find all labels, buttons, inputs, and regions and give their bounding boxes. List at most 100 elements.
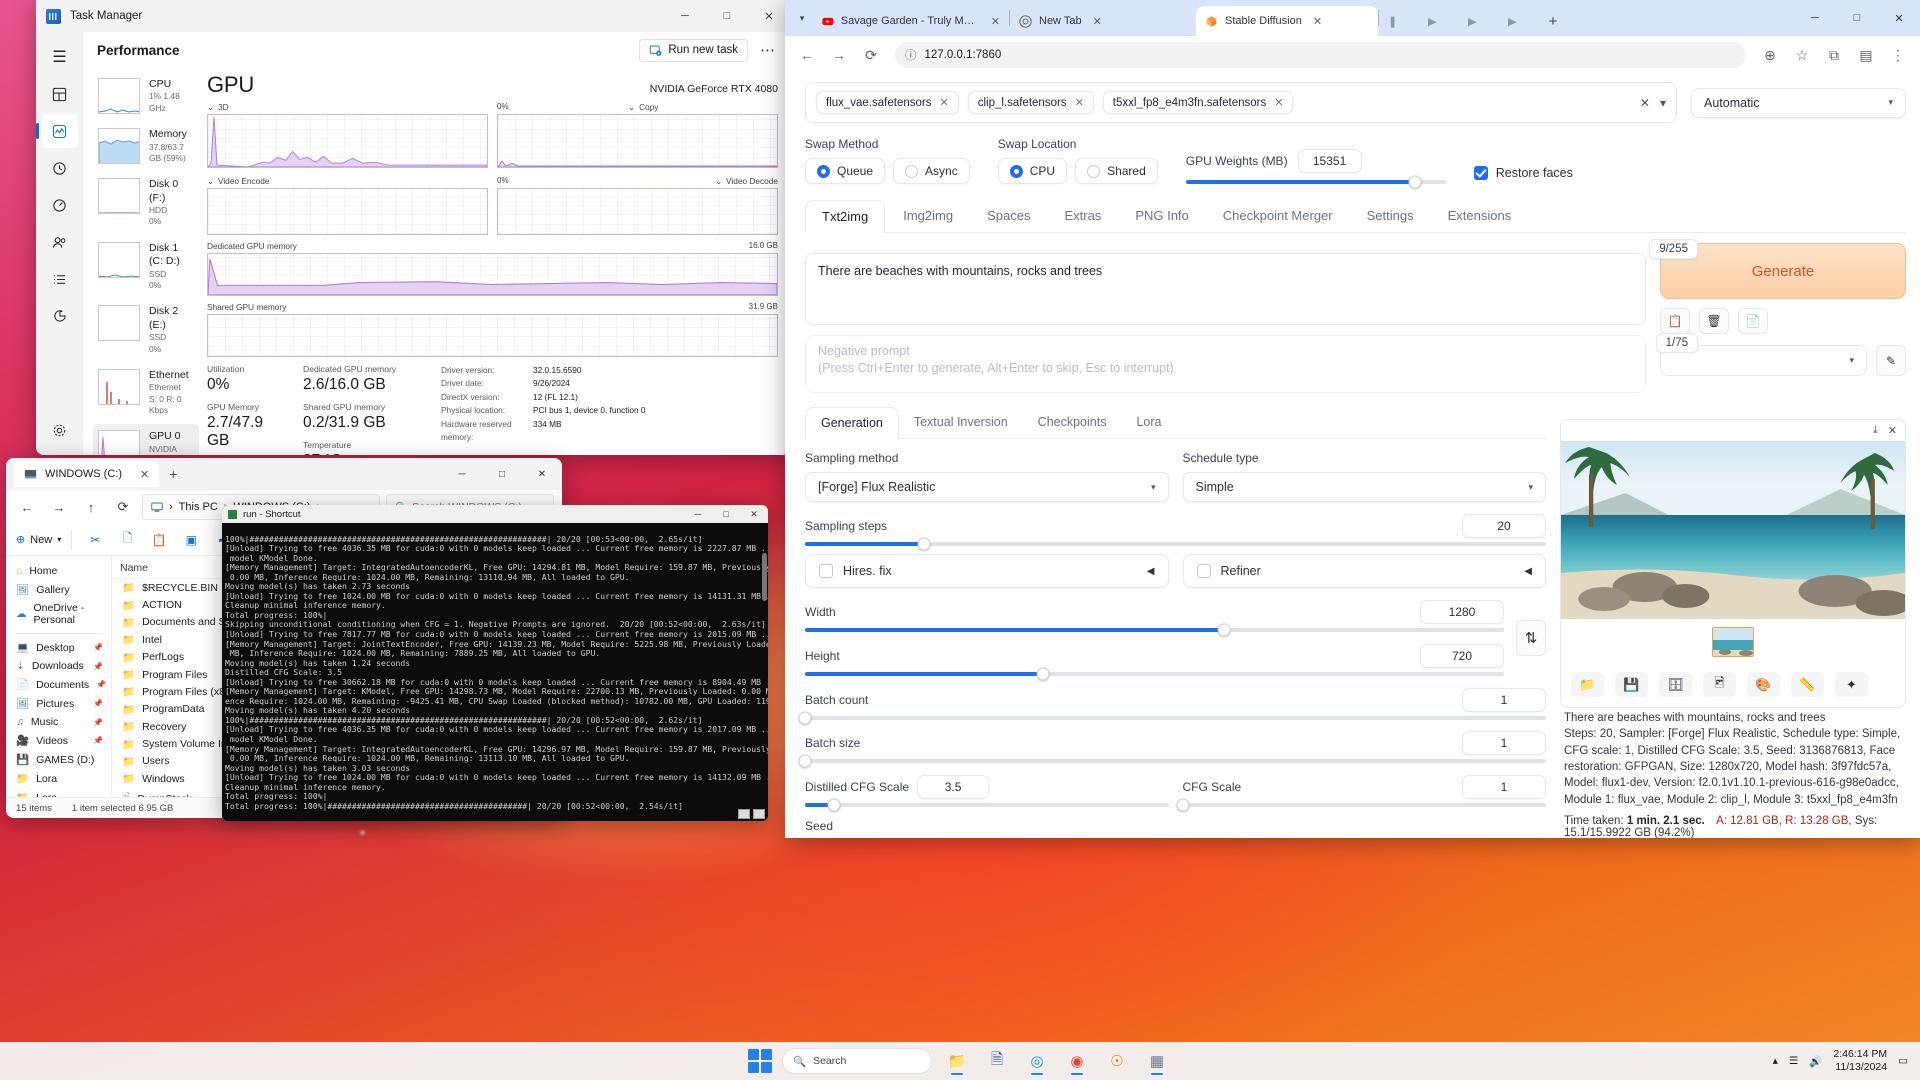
resource-card-disk2[interactable]: Disk 2 (E:) SSD 0% (93, 299, 199, 361)
console-resize-handles[interactable] (738, 809, 765, 819)
chevron-up-icon[interactable]: ▴ (1773, 1055, 1778, 1067)
sidebar-item-startup-apps[interactable] (42, 188, 78, 222)
taskbar-clock[interactable]: 2:46:14 PM 11/13/2024 (1833, 1048, 1887, 1074)
site-info-icon[interactable]: ⓘ (905, 47, 917, 63)
radio-swap-location-shared[interactable]: Shared (1075, 158, 1158, 184)
resource-card-disk1[interactable]: Disk 1 (C: D:) SSD 0% (93, 236, 199, 298)
explorer-tab-strip[interactable]: WINDOWS (C:) ✕ + ─ □ ✕ (6, 458, 562, 490)
checkbox-unchecked-icon[interactable] (1196, 564, 1211, 578)
save-icon[interactable]: 💾 (1615, 672, 1648, 697)
sidebar-item-pictures[interactable]: 🖼 Pictures 📌 (12, 694, 107, 713)
sidebar-item-desktop[interactable]: 💻 Desktop 📌 (12, 638, 107, 657)
tab-checkpoint-merger[interactable]: Checkpoint Merger (1207, 200, 1349, 232)
tab-lora[interactable]: Lora (1121, 407, 1176, 438)
send-to-inpaint-icon[interactable]: 🎨 (1747, 672, 1780, 697)
resize-handle[interactable] (738, 809, 750, 819)
extensions-icon[interactable]: ⧉ (1820, 41, 1848, 69)
radio-swap-location-cpu[interactable]: CPU (997, 158, 1068, 184)
model-chip[interactable]: flux_vae.safetensors ✕ (816, 91, 959, 114)
chevron-down-icon[interactable]: ⌄ (207, 102, 214, 112)
taskbar-app-icon[interactable]: ▦ (1142, 1046, 1172, 1076)
sampling-method-select[interactable]: [Forge] Flux Realistic ▾ (805, 472, 1169, 502)
new-tab-button[interactable]: + (169, 466, 177, 482)
sidebar-item-lora-2[interactable]: 📁Lora (12, 788, 107, 798)
distilled-cfg-slider[interactable] (805, 798, 1169, 812)
browser-tab-new-tab[interactable]: New Tab ✕ (1010, 6, 1196, 36)
resource-card-disk0[interactable]: Disk 0 (F:) HDD 0% (93, 172, 199, 234)
close-button[interactable]: ✕ (748, 0, 790, 32)
cut-icon[interactable]: ✂ (81, 527, 109, 553)
browser-toolbar[interactable]: ← → ⟳ ⓘ 127.0.0.1:7860 ⊕ ☆ ⧉ ▤ ⋮ (785, 36, 1920, 74)
maximize-button[interactable]: □ (712, 505, 740, 523)
explorer-sidebar[interactable]: ⌂ Home 🖼 Gallery ☁ OneDrive - Personal 💻 Des… (6, 556, 111, 797)
sidebar-item-users[interactable] (42, 225, 78, 259)
swap-method-group[interactable]: Swap Method Queue Async (805, 137, 970, 184)
negative-prompt-input[interactable]: Negative prompt (Press Ctrl+Enter to gen… (805, 335, 1646, 393)
batch-count-input[interactable]: 1 (1462, 688, 1546, 712)
trash-icon[interactable]: 🗑 (1699, 308, 1729, 334)
sidebar-item-services[interactable] (42, 299, 78, 333)
taskbar-search[interactable]: 🔍 Search (782, 1048, 932, 1074)
image-thumbnail[interactable] (1712, 627, 1754, 657)
system-tray[interactable]: ▴ ☰ 🔊 2:46:14 PM 11/13/2024 ▭ (1773, 1048, 1920, 1074)
explorer-window-controls[interactable]: ─ □ ✕ (442, 458, 562, 490)
cfg-scale-input[interactable]: 1 (1462, 775, 1546, 799)
back-button[interactable]: ← (14, 494, 40, 520)
reload-button[interactable]: ⟳ (857, 41, 885, 69)
prompt-input[interactable]: There are beaches with mountains, rocks … (805, 253, 1646, 325)
settings-gear-icon[interactable] (42, 413, 78, 447)
minimize-button[interactable]: ─ (1794, 0, 1836, 36)
sidebar-item-games-d[interactable]: 💾 GAMES (D:) (12, 750, 107, 769)
close-button[interactable]: ✕ (522, 458, 562, 490)
tab-search-icon[interactable]: ▾ (791, 0, 813, 36)
height-slider[interactable] (805, 667, 1504, 681)
browser-tab-strip[interactable]: ▾ Savage Garden - Truly Madly D ✕ New Ta… (785, 0, 1920, 36)
chevron-down-icon[interactable]: ⌄ (628, 102, 635, 112)
model-chips-field[interactable]: flux_vae.safetensors ✕ clip_l.safetensor… (805, 82, 1677, 123)
prompt-area[interactable]: 9/255 There are beaches with mountains, … (805, 239, 1698, 393)
taskbar-chrome-icon[interactable]: ◉ (1062, 1046, 1092, 1076)
hamburger-icon[interactable]: ☰ (42, 40, 78, 74)
new-button[interactable]: ⊕ New ▾ (16, 529, 73, 550)
tab-img2img[interactable]: Img2img (887, 200, 969, 232)
browser-window-controls[interactable]: ─ □ ✕ (1794, 0, 1920, 36)
gpu-weights-input[interactable]: 15351 (1297, 149, 1362, 173)
close-preview-icon[interactable]: ✕ (1888, 424, 1897, 437)
maximize-button[interactable]: □ (1836, 0, 1878, 36)
sidebar-item-details[interactable] (42, 262, 78, 296)
clear-models-icon[interactable]: ✕ (1640, 96, 1650, 110)
radio-swap-method-queue[interactable]: Queue (805, 158, 886, 184)
tab-close-icon[interactable]: ✕ (991, 15, 1000, 28)
sidebar-item-downloads[interactable]: ⇣ Downloads 📌 (12, 657, 107, 675)
split-view-icon[interactable]: ▤ (1852, 41, 1880, 69)
tab-spaces[interactable]: Spaces (971, 200, 1046, 232)
address-bar[interactable]: ⓘ 127.0.0.1:7860 (895, 42, 1746, 68)
distilled-cfg-input[interactable]: 3.5 (917, 775, 990, 799)
chevron-down-icon[interactable]: ⌄ (207, 176, 214, 186)
sidebar-item-performance[interactable] (36, 114, 78, 148)
sidebar-item-app-history[interactable] (42, 151, 78, 185)
tab-textual-inversion[interactable]: Textual Inversion (899, 407, 1023, 438)
breadcrumb-this-pc[interactable]: This PC (179, 501, 218, 513)
restore-faces-checkbox[interactable]: Restore faces (1473, 166, 1573, 184)
forward-button[interactable]: → (46, 494, 72, 520)
sd-main-tabs[interactable]: Txt2img Img2img Spaces Extras PNG Info C… (805, 200, 1906, 233)
sparkle-icon[interactable]: ✦ (1835, 672, 1868, 697)
sidebar-item-gallery[interactable]: 🖼 Gallery (12, 580, 107, 599)
chip-close-icon[interactable]: ✕ (1075, 96, 1084, 109)
model-chip[interactable]: t5xxl_fp8_e4m3fn.safetensors ✕ (1102, 91, 1294, 114)
image-thumbnail-strip[interactable] (1561, 619, 1905, 665)
more-options-button[interactable]: ⋯ (760, 41, 776, 59)
sidebar-item-music[interactable]: ♫ Music 📌 (12, 713, 107, 731)
sidebar-item-videos[interactable]: 🎥 Videos 📌 (12, 731, 107, 750)
console-scrollbar[interactable] (762, 553, 767, 601)
sidebar-item-lora-1[interactable]: 📁 Lora (12, 769, 107, 788)
model-chip[interactable]: clip_l.safetensors ✕ (967, 91, 1094, 114)
output-tool-buttons[interactable]: 📁 💾 🗄 🖻 🎨 📏 ✦ (1561, 665, 1905, 707)
sidebar-item-processes[interactable] (42, 77, 78, 111)
resize-handle[interactable] (753, 809, 765, 819)
tab-close-icon[interactable]: ✕ (1093, 15, 1102, 28)
tab-png-info[interactable]: PNG Info (1119, 200, 1204, 232)
prompt-action-buttons[interactable]: 📋 🗑 📄 (1660, 308, 1906, 334)
tab-txt2img[interactable]: Txt2img (805, 200, 886, 233)
